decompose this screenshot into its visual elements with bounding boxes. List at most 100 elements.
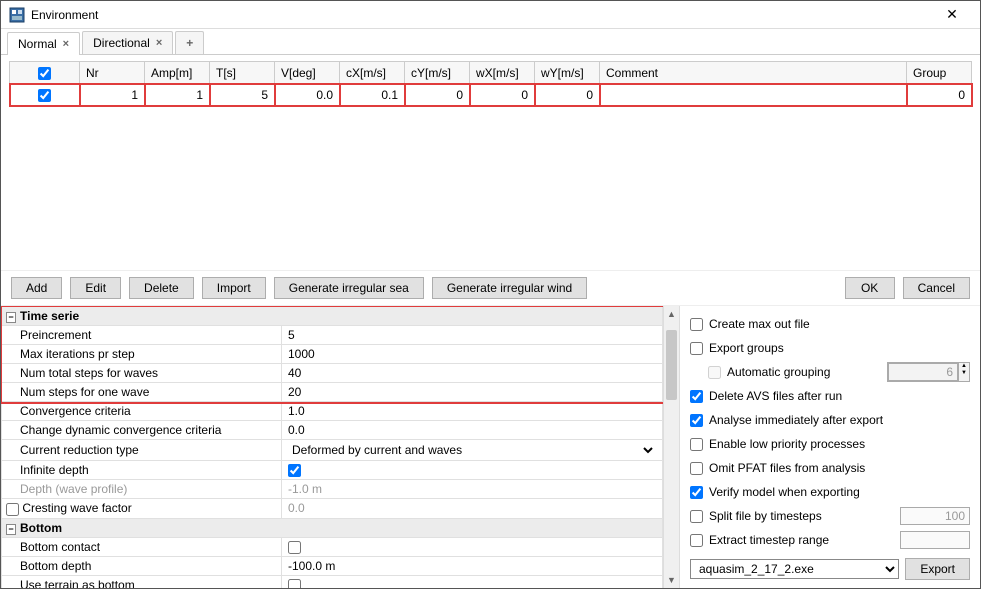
extract-range-input: [900, 531, 970, 549]
scroll-thumb[interactable]: [666, 330, 677, 400]
cell-group[interactable]: 0: [907, 84, 972, 106]
header-checkbox[interactable]: [38, 67, 51, 80]
delete-avs-checkbox[interactable]: [690, 390, 703, 403]
section-timeserie: Time serie: [20, 309, 79, 323]
generate-sea-button[interactable]: Generate irregular sea: [274, 277, 424, 299]
prop-label: Current reduction type: [2, 440, 282, 461]
col-nr[interactable]: Nr: [80, 62, 145, 84]
scroll-down-icon[interactable]: ▼: [664, 572, 679, 588]
prop-label: Depth (wave profile): [2, 480, 282, 499]
export-groups-checkbox[interactable]: [690, 342, 703, 355]
prop-value-bottomdepth[interactable]: -100.0 m: [282, 556, 663, 575]
col-comment[interactable]: Comment: [600, 62, 907, 84]
auto-group-label: Automatic grouping: [727, 365, 881, 379]
scrollbar[interactable]: ▲ ▼: [663, 306, 679, 588]
prop-label: Bottom depth: [2, 556, 282, 575]
split-timesteps-checkbox[interactable]: [690, 510, 703, 523]
section-bottom: Bottom: [20, 521, 62, 535]
split-timesteps-label: Split file by timesteps: [709, 509, 894, 523]
prop-label: Use terrain as bottom: [2, 575, 282, 588]
spinner-down-icon: ▼: [959, 370, 969, 377]
cell-comment[interactable]: [600, 84, 907, 106]
table-row[interactable]: 1 1 5 0.0 0.1 0 0 0 0: [10, 84, 972, 106]
tab-strip: Normal × Directional × +: [1, 29, 980, 55]
cresting-checkbox[interactable]: [6, 503, 19, 516]
tab-directional[interactable]: Directional ×: [82, 31, 173, 54]
col-t[interactable]: T[s]: [210, 62, 275, 84]
low-priority-checkbox[interactable]: [690, 438, 703, 451]
cell-wx[interactable]: 0: [470, 84, 535, 106]
delete-button[interactable]: Delete: [129, 277, 194, 299]
prop-value-curred[interactable]: Deformed by current and waves: [282, 440, 663, 461]
cell-cy[interactable]: 0: [405, 84, 470, 106]
prop-value-numtotal[interactable]: 40: [282, 364, 663, 383]
col-amp[interactable]: Amp[m]: [145, 62, 210, 84]
prop-label: Convergence criteria: [2, 402, 282, 421]
col-group[interactable]: Group: [907, 62, 972, 84]
create-max-checkbox[interactable]: [690, 318, 703, 331]
analyse-immediately-checkbox[interactable]: [690, 414, 703, 427]
auto-group-spinner: ▲▼: [887, 362, 970, 382]
verify-model-checkbox[interactable]: [690, 486, 703, 499]
infinite-depth-checkbox[interactable]: [288, 464, 301, 477]
export-button[interactable]: Export: [905, 558, 970, 580]
tab-label: Directional: [93, 36, 150, 50]
add-button[interactable]: Add: [11, 277, 62, 299]
cancel-button[interactable]: Cancel: [903, 277, 970, 299]
import-button[interactable]: Import: [202, 277, 266, 299]
row-checkbox[interactable]: [38, 89, 51, 102]
prop-value-preincrement[interactable]: 5: [282, 326, 663, 345]
scroll-up-icon[interactable]: ▲: [664, 306, 679, 322]
tab-close-icon[interactable]: ×: [156, 37, 162, 49]
prop-label: Change dynamic convergence criteria: [2, 421, 282, 440]
col-cx[interactable]: cX[m/s]: [340, 62, 405, 84]
prop-value-cresting: 0.0: [282, 499, 663, 518]
delete-avs-label: Delete AVS files after run: [709, 389, 970, 403]
prop-label: Bottom contact: [2, 537, 282, 556]
cell-nr[interactable]: 1: [80, 84, 145, 106]
prop-value-maxiter[interactable]: 1000: [282, 345, 663, 364]
extract-range-label: Extract timestep range: [709, 533, 894, 547]
cell-amp[interactable]: 1: [145, 84, 210, 106]
omit-pfat-checkbox[interactable]: [690, 462, 703, 475]
col-wy[interactable]: wY[m/s]: [535, 62, 600, 84]
col-v[interactable]: V[deg]: [275, 62, 340, 84]
split-timesteps-input: [900, 507, 970, 525]
cell-t[interactable]: 5: [210, 84, 275, 106]
auto-group-checkbox: [708, 366, 721, 379]
prop-label: Num steps for one wave: [2, 383, 282, 402]
col-wx[interactable]: wX[m/s]: [470, 62, 535, 84]
verify-model-label: Verify model when exporting: [709, 485, 970, 499]
tab-normal[interactable]: Normal ×: [7, 32, 80, 55]
prop-label: Num total steps for waves: [2, 364, 282, 383]
window-title: Environment: [31, 8, 932, 22]
app-icon: [9, 7, 25, 23]
collapse-icon[interactable]: −: [6, 524, 16, 535]
prop-value-depthprofile: -1.0 m: [282, 480, 663, 499]
tab-close-icon[interactable]: ×: [63, 38, 69, 50]
tab-add[interactable]: +: [175, 31, 204, 54]
edit-button[interactable]: Edit: [70, 277, 121, 299]
close-icon[interactable]: ✕: [932, 6, 972, 23]
col-cy[interactable]: cY[m/s]: [405, 62, 470, 84]
exe-select[interactable]: aquasim_2_17_2.exe: [690, 559, 899, 579]
prop-label: Infinite depth: [2, 461, 282, 480]
prop-value-conv[interactable]: 1.0: [282, 402, 663, 421]
ok-button[interactable]: OK: [845, 277, 895, 299]
prop-label: Preincrement: [2, 326, 282, 345]
cell-v[interactable]: 0.0: [275, 84, 340, 106]
analyse-immediately-label: Analyse immediately after export: [709, 413, 970, 427]
prop-value-changeconv[interactable]: 0.0: [282, 421, 663, 440]
generate-wind-button[interactable]: Generate irregular wind: [432, 277, 587, 299]
current-reduction-select[interactable]: Deformed by current and waves: [288, 442, 656, 458]
export-groups-label: Export groups: [709, 341, 970, 355]
cell-cx[interactable]: 0.1: [340, 84, 405, 106]
spinner-up-icon: ▲: [959, 363, 969, 370]
prop-value-numone[interactable]: 20: [282, 383, 663, 402]
terrain-checkbox[interactable]: [288, 579, 301, 588]
extract-range-checkbox[interactable]: [690, 534, 703, 547]
cell-wy[interactable]: 0: [535, 84, 600, 106]
bottom-contact-checkbox[interactable]: [288, 541, 301, 554]
collapse-icon[interactable]: −: [6, 312, 16, 323]
tab-label: Normal: [18, 37, 57, 51]
